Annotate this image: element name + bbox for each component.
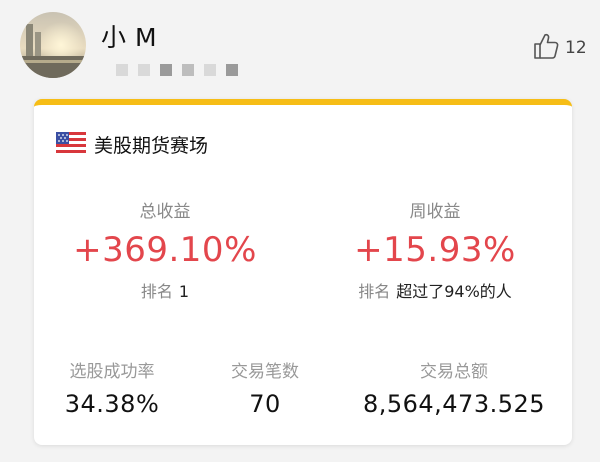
weekly-return-value: +15.93% [354, 230, 516, 270]
thumbs-up-icon [533, 32, 559, 64]
trade-total-amount: 交易总额 8,564,473.525 [354, 357, 554, 418]
total-return-value: +369.10% [73, 230, 257, 270]
total-rank-label: 排名 [140, 282, 173, 301]
weekly-rank-label: 排名 [358, 282, 391, 301]
stat-label: 选股成功率 [69, 362, 155, 382]
card-title: 美股期货赛场 [94, 135, 209, 157]
avatar[interactable] [20, 12, 86, 78]
weekly-rank-value: 超过了94%的人 [396, 282, 512, 301]
user-profile-screen: 小 M 12 美股期货赛场 总收益 +369.10% 排名 1 周收益 +15.… [0, 0, 600, 462]
total-rank: 排名 1 [70, 278, 260, 302]
trade-count: 交易笔数 70 [210, 357, 320, 418]
weekly-return-label: 周收益 [409, 202, 461, 222]
total-rank-value: 1 [178, 282, 190, 301]
stat-label: 交易总额 [420, 362, 488, 382]
us-flag-icon [56, 131, 86, 158]
total-return-label: 总收益 [139, 202, 191, 222]
stat-label: 交易笔数 [231, 362, 299, 382]
card-header: 美股期货赛场 [56, 131, 208, 158]
stat-value: 34.38% [64, 390, 160, 418]
username[interactable]: 小 M [101, 18, 157, 54]
weekly-rank: 排名 超过了94%的人 [330, 278, 540, 302]
stat-value: 70 [249, 390, 281, 418]
futures-arena-card[interactable]: 美股期货赛场 总收益 +369.10% 排名 1 周收益 +15.93% 排名 超过… [34, 99, 572, 445]
like-button[interactable]: 12 [533, 32, 587, 64]
stock-pick-success-rate: 选股成功率 34.38% [52, 357, 172, 418]
stat-value: 8,564,473.525 [362, 390, 546, 418]
user-subtitle-obscured [116, 64, 238, 76]
weekly-return-block: 周收益 +15.93% 排名 超过了94%的人 [330, 197, 540, 302]
total-return-block: 总收益 +369.10% 排名 1 [70, 197, 260, 302]
like-count: 12 [565, 38, 587, 58]
